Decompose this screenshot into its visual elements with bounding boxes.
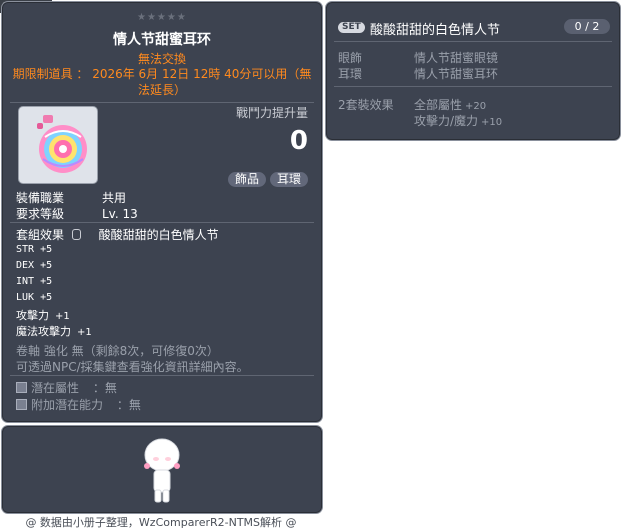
stat-name: 攻擊力: [16, 309, 49, 322]
credit-footer: @ 数据由小册子整理，WzComparerR2-NTMS解析 @: [25, 516, 297, 529]
stat-row: STR +5: [16, 244, 52, 255]
stat-name: DEX: [16, 260, 35, 271]
set-part-slot: 眼飾: [338, 51, 363, 65]
star-rating: ★★★★★: [137, 12, 187, 23]
trade-restriction: 無法交換: [137, 52, 186, 66]
expiry-notice: 期限制道具 ： 2026年 6月 12日 12時 40分可以用（無法延長）: [12, 67, 312, 97]
stat-row: INT +5: [16, 276, 52, 287]
category-tag: 飾品: [228, 172, 267, 187]
stat-name: 魔法攻擊力: [16, 325, 71, 338]
divider: [334, 41, 612, 42]
set-effect-value: 酸酸甜甜的白色情人节: [98, 228, 219, 242]
divider: [10, 375, 314, 376]
stat-name: STR: [16, 244, 35, 255]
attack-increase-label: 戰鬥力提升量: [235, 106, 308, 120]
potential-icon: [16, 382, 27, 393]
job-value: 共用: [102, 191, 127, 205]
stat-name: INT: [16, 276, 35, 287]
divider: [10, 222, 314, 223]
set-effect-label: 套組效果: [16, 228, 65, 242]
set-info-icon[interactable]: [71, 229, 81, 240]
stat-value: +1: [55, 311, 70, 322]
item-tooltip-panel: ★★★★★ 情人节甜蜜耳环 無法交換 期限制道具 ： 2026年 6月 12日 …: [1, 1, 323, 423]
divider: [10, 102, 314, 103]
candy-earring-icon: [37, 115, 87, 173]
set-effect-count-label: 2套裝效果: [338, 98, 394, 112]
set-effect-name: 全部屬性: [414, 98, 463, 112]
stat-row: DEX +5: [16, 260, 52, 271]
set-effect-value: +10: [481, 117, 503, 128]
character-preview-icon: [144, 438, 180, 503]
npc-hint: 可透過NPC/採集鍵查看強化資訊詳細內容。: [16, 360, 249, 374]
attack-increase-value: 0: [289, 126, 308, 156]
set-effect-line: 全部屬性 +20: [414, 96, 486, 113]
stat-value: +1: [77, 327, 92, 338]
set-part-item: 情人节甜蜜眼镜: [414, 51, 499, 65]
level-label: 要求等級: [16, 207, 65, 221]
set-count: 0 / 2: [564, 19, 610, 34]
stat-value: +5: [40, 276, 53, 287]
stat-value: +5: [40, 260, 53, 271]
potential-row: 潛在屬性 ：無: [16, 379, 117, 396]
stat-value: +5: [40, 292, 53, 303]
character-preview-panel: [1, 425, 323, 514]
item-icon-frame: [18, 106, 98, 184]
set-name: 酸酸甜甜的白色情人节: [370, 23, 501, 38]
stat-name: LUK: [16, 292, 35, 303]
set-effect-name: 攻擊力/魔力: [414, 114, 479, 128]
scroll-info: 卷軸 強化 無（剩餘8次，可修復0次）: [16, 344, 219, 358]
item-title: 情人节甜蜜耳环: [113, 32, 211, 48]
set-part-slot: 耳環: [338, 67, 363, 81]
job-row: 裝備職業 共用: [16, 189, 126, 206]
stat-row: 魔法攻擊力 +1: [16, 323, 92, 339]
job-label: 裝備職業: [16, 191, 65, 205]
bonus-potential-value: ：無: [116, 398, 141, 412]
set-badge: SET: [338, 22, 365, 33]
stat-row: LUK +5: [16, 292, 52, 303]
potential-value: ：無: [92, 381, 117, 395]
set-info-panel: SET 酸酸甜甜的白色情人节 0 / 2 眼飾 情人节甜蜜眼镜 耳環 情人节甜蜜…: [325, 1, 621, 141]
set-part-item: 情人节甜蜜耳环: [414, 67, 499, 81]
bonus-potential-row: 附加潛在能力 ：無: [16, 396, 141, 413]
divider: [334, 86, 612, 87]
potential-label: 潛在屬性: [31, 381, 80, 395]
set-effect-value: +20: [465, 101, 487, 112]
bonus-potential-icon: [16, 399, 27, 410]
stat-value: +5: [40, 244, 53, 255]
bonus-potential-label: 附加潛在能力: [31, 398, 104, 412]
stat-row: 攻擊力 +1: [16, 307, 70, 323]
set-effect-line: 攻擊力/魔力 +10: [414, 112, 502, 129]
set-effect-row: 套組效果 酸酸甜甜的白色情人节: [16, 226, 219, 243]
level-value: Lv. 13: [102, 207, 138, 221]
slot-tag: 耳環: [270, 172, 309, 187]
level-row: 要求等級 Lv. 13: [16, 205, 138, 222]
